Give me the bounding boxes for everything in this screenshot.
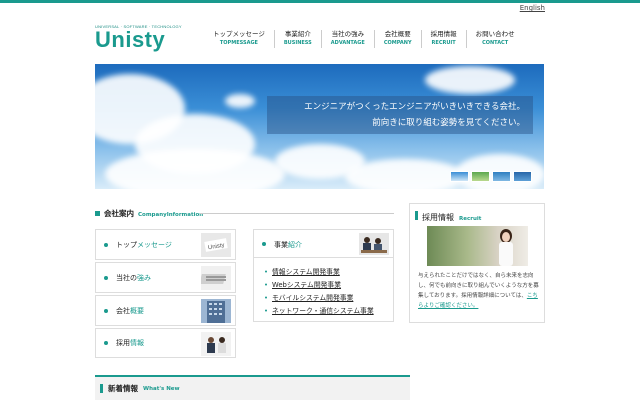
nav-sublabel: RECRUIT xyxy=(431,40,456,46)
slide-thumb-2[interactable] xyxy=(471,171,490,182)
business-card: 事業紹介 情報システム開発事業 Webシステム開発事業 モバイルシステム開発事業… xyxy=(253,229,394,322)
hero-line-2: 前向きに取り組む姿勢を見てください。 xyxy=(372,118,525,128)
business-item[interactable]: モバイルシステム開発事業 xyxy=(264,292,374,305)
card-label: 事業紹介 xyxy=(274,241,302,249)
bullet-icon xyxy=(104,275,108,280)
card-advantage[interactable]: 当社の強み xyxy=(95,262,236,293)
nav-business[interactable]: 事業紹介 BUSINESS xyxy=(273,30,321,48)
card-label: 会社概要 xyxy=(116,306,144,315)
unisty-card-image: Unisty xyxy=(201,233,231,257)
bullet-icon xyxy=(104,242,108,247)
keyboard-image xyxy=(201,266,231,290)
bullet-icon xyxy=(262,242,266,246)
hero-line-1: エンジニアがつくったエンジニアがいきいきできる会社。 xyxy=(304,102,525,112)
heading-marker xyxy=(95,211,100,216)
nav-company[interactable]: 会社概要 COMPANY xyxy=(373,30,421,48)
section-title: 会社案内 xyxy=(104,209,134,218)
cloud-shape xyxy=(425,66,515,94)
cloud-shape xyxy=(345,159,465,189)
nav-sublabel: TOPMESSAGE xyxy=(219,40,258,46)
business-item[interactable]: ネットワーク・通信システム事業 xyxy=(264,305,374,318)
cloud-shape xyxy=(105,149,285,189)
heading-marker xyxy=(415,211,418,220)
recruit-text: 与えられたことだけではなく、自ら未来を志向し、何でも前向きに取り組んでいくような… xyxy=(418,273,539,309)
recruit-heading: 採用情報 Recruit xyxy=(415,211,481,223)
heading-marker xyxy=(100,384,103,393)
nav-contact[interactable]: お問い合わせ CONTACT xyxy=(465,30,524,48)
recruit-title: 採用情報 xyxy=(422,213,454,222)
nav-recruit[interactable]: 採用情報 RECRUIT xyxy=(420,30,466,48)
bullet-icon xyxy=(104,308,108,313)
recruit-subtitle: Recruit xyxy=(459,216,482,222)
business-card-header[interactable]: 事業紹介 xyxy=(254,230,393,258)
bullet-icon xyxy=(104,341,108,345)
section-divider xyxy=(200,213,394,214)
slide-thumbnails xyxy=(450,171,532,182)
building-image xyxy=(201,299,231,323)
card-recruit[interactable]: 採用情報 xyxy=(95,328,236,358)
hero-banner: エンジニアがつくったエンジニアがいきいきできる会社。 前向きに取り組む姿勢を見て… xyxy=(95,64,544,189)
card-company-overview[interactable]: 会社概要 xyxy=(95,295,236,326)
business-item[interactable]: 情報システム開発事業 xyxy=(264,266,374,279)
recruit-photo xyxy=(427,226,528,266)
slide-thumb-4[interactable] xyxy=(513,171,532,182)
nav-sublabel: ADVANTAGE xyxy=(330,40,365,46)
hero-caption: エンジニアがつくったエンジニアがいきいきできる会社。 前向きに取り組む姿勢を見て… xyxy=(267,96,533,134)
nav-label: 採用情報 xyxy=(430,30,457,38)
news-subtitle: What's New xyxy=(143,385,180,392)
logo-name: Unisty xyxy=(95,27,166,52)
english-link[interactable]: English xyxy=(520,4,545,12)
site-logo[interactable]: UNIVERSAL · SOFTWARE · TECHNOLOGY Unisty xyxy=(95,24,182,51)
company-section-heading: 会社案内 CompanyInformation xyxy=(95,208,203,219)
nav-sublabel: BUSINESS xyxy=(283,40,312,46)
nav-label: 会社概要 xyxy=(384,30,411,38)
top-accent-bar xyxy=(0,0,640,3)
nav-label: 事業紹介 xyxy=(284,30,311,38)
nav-sublabel: COMPANY xyxy=(383,40,412,46)
news-section-heading: 新着情報 What's New xyxy=(95,375,410,400)
meeting-image xyxy=(201,332,231,356)
business-list: 情報システム開発事業 Webシステム開発事業 モバイルシステム開発事業 ネットワ… xyxy=(264,266,374,318)
global-nav: トップメッセージ TOPMESSAGE 事業紹介 BUSINESS 当社の強み ADV… xyxy=(204,30,524,48)
business-item[interactable]: Webシステム開発事業 xyxy=(264,279,374,292)
recruit-panel: 採用情報 Recruit 与えられたことだけではなく、自ら未来を志向し、何でも前… xyxy=(409,203,545,323)
slide-thumb-3[interactable] xyxy=(492,171,511,182)
nav-topmessage[interactable]: トップメッセージ TOPMESSAGE xyxy=(204,30,274,48)
section-subtitle: CompanyInformation xyxy=(138,212,204,218)
office-team-image xyxy=(359,233,389,255)
nav-sublabel: CONTACT xyxy=(482,40,509,46)
woman-photo xyxy=(499,229,513,266)
card-label: 採用情報 xyxy=(116,339,144,347)
news-title: 新着情報 xyxy=(108,384,138,393)
card-label: 当社の強み xyxy=(116,273,151,282)
card-label: トップメッセージ xyxy=(116,240,172,249)
nav-label: トップメッセージ xyxy=(213,30,265,38)
cloud-shape xyxy=(225,94,255,108)
card-top-message[interactable]: トップメッセージ Unisty xyxy=(95,229,236,260)
slide-thumb-1[interactable] xyxy=(450,171,469,182)
nav-advantage[interactable]: 当社の強み ADVANTAGE xyxy=(320,30,374,48)
nav-label: お問い合わせ xyxy=(475,30,515,38)
nav-label: 当社の強み xyxy=(331,30,365,38)
